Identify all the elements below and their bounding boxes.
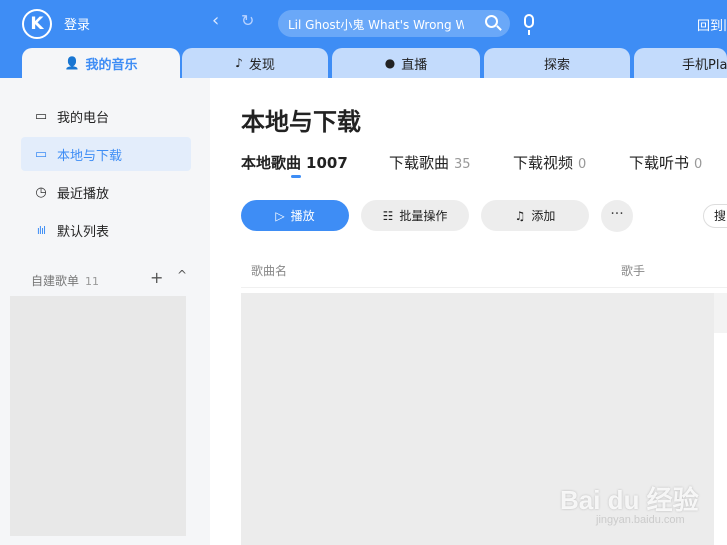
search-icon[interactable] (485, 15, 498, 28)
search-box[interactable]: Lil Ghost小鬼 What's Wrong W (278, 10, 510, 37)
monitor-icon: ▭ (34, 146, 48, 162)
add-button[interactable]: ♫ 添加 (481, 200, 589, 231)
clock-icon: ◷ (35, 184, 47, 200)
title-bar: K 登录 ‹ ↻ Lil Ghost小鬼 What's Wrong W 回到旧 (0, 0, 727, 48)
active-tab-indicator (291, 175, 301, 178)
tab-downloaded-videos[interactable]: 下载视频 0 (513, 152, 586, 173)
batch-operation-button[interactable]: ☷ 批量操作 (361, 200, 469, 231)
sidebar-item-my-radio[interactable]: ▭ 我的电台 (21, 99, 191, 133)
tab-downloaded-audiobooks[interactable]: 下载听书 0 (629, 152, 702, 173)
sidebar: ▭ 我的电台 ▭ 本地与下载 ◷ 最近播放 ılıl 默认列表 自建歌单 11 +… (0, 78, 210, 545)
sidebar-item-recent[interactable]: ◷ 最近播放 (21, 175, 191, 209)
sidebar-item-label: 最近播放 (57, 186, 110, 202)
tab-label: 直播 (401, 57, 428, 73)
login-link[interactable]: 登录 (64, 14, 90, 33)
subtab-count: 35 (454, 157, 471, 172)
tab-local-songs[interactable]: 本地歌曲 1007 (241, 152, 348, 173)
tab-label: 手机Pla (682, 57, 727, 73)
sidebar-item-default-list[interactable]: ılıl 默认列表 (21, 213, 191, 247)
baidu-watermark-logo: Bai du 经验 (560, 485, 699, 515)
subtab-label: 本地歌曲 (241, 154, 302, 172)
playlist-count: 11 (85, 275, 100, 288)
sidebar-item-label: 默认列表 (57, 224, 110, 240)
search-local-button[interactable]: 搜 (703, 204, 727, 228)
sidebar-item-label: 本地与下载 (57, 148, 123, 164)
app-logo[interactable]: K (22, 9, 52, 39)
subtab-count: 0 (694, 157, 703, 172)
play-button[interactable]: ▷ 播放 (241, 200, 349, 231)
subtab-label: 下载视频 (513, 154, 574, 172)
play-label: 播放 (290, 209, 315, 223)
subtab-label: 下载听书 (629, 154, 690, 172)
radio-icon: ▭ (34, 108, 48, 124)
column-artist[interactable]: 歌手 (621, 262, 645, 279)
column-song-name[interactable]: 歌曲名 (251, 262, 287, 279)
back-arrow-icon[interactable]: ‹ (212, 10, 219, 31)
tab-my-music[interactable]: 👤 我的音乐 (22, 48, 180, 78)
main-tabs: 👤 我的音乐 ♪ 发现 ● 直播 探索 手机Pla (0, 48, 727, 78)
tab-live[interactable]: ● 直播 (332, 48, 480, 78)
waveform-icon: ılıl (36, 223, 46, 237)
playlist-header-label: 自建歌单 (31, 274, 80, 288)
live-icon: ● (384, 56, 396, 70)
tab-downloaded-songs[interactable]: 下载歌曲 35 (389, 152, 471, 173)
main-content: 本地与下载 本地歌曲 1007 下载歌曲 35 下载视频 0 下载听书 0 ▷ 播放 ☷… (210, 78, 727, 545)
checklist-icon: ☷ (382, 208, 394, 223)
watermark-url: jingyan.baidu.com (596, 514, 685, 526)
page-title: 本地与下载 (241, 108, 361, 136)
tab-label: 我的音乐 (85, 57, 138, 73)
subtab-count: 1007 (306, 154, 348, 172)
playlist-placeholder (10, 296, 186, 536)
microphone-icon[interactable] (524, 14, 534, 35)
more-button[interactable]: ··· (601, 200, 633, 232)
back-to-old-version-link[interactable]: 回到旧 (697, 15, 727, 34)
search-input[interactable]: Lil Ghost小鬼 What's Wrong W (288, 16, 464, 33)
tab-explore[interactable]: 探索 (484, 48, 630, 78)
music-note-icon: ♪ (235, 56, 243, 70)
add-playlist-icon[interactable]: + (150, 268, 163, 287)
play-icon: ▷ (275, 208, 285, 223)
scrollbar[interactable] (714, 293, 727, 333)
tab-phone-play[interactable]: 手机Pla (634, 48, 727, 78)
subtab-label: 下载歌曲 (389, 154, 450, 172)
sidebar-item-local-download[interactable]: ▭ 本地与下载 (21, 137, 191, 171)
add-music-icon: ♫ (514, 208, 526, 223)
batch-label: 批量操作 (399, 209, 448, 223)
collapse-icon[interactable]: ^ (177, 268, 187, 282)
refresh-icon[interactable]: ↻ (241, 11, 254, 30)
subtab-count: 0 (578, 157, 587, 172)
tab-label: 探索 (543, 57, 570, 73)
playlist-section-header[interactable]: 自建歌单 11 (31, 272, 99, 289)
person-icon: 👤 (64, 56, 80, 70)
tab-discover[interactable]: ♪ 发现 (182, 48, 328, 78)
sidebar-item-label: 我的电台 (57, 110, 110, 126)
song-list-header: 歌曲名 歌手 (241, 251, 727, 288)
tab-label: 发现 (248, 57, 275, 73)
add-label: 添加 (531, 209, 556, 223)
